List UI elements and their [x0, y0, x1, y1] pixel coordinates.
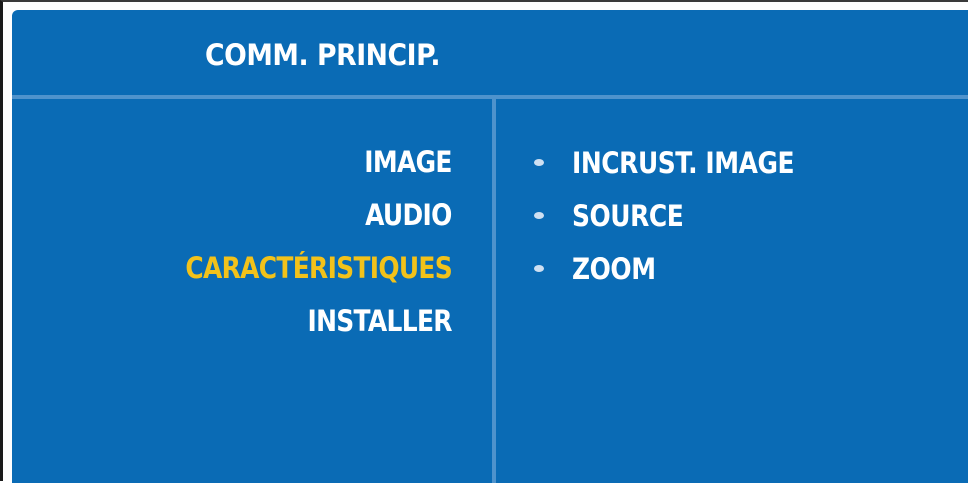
- bullet-icon: [534, 265, 544, 272]
- bullet-icon: [534, 159, 544, 166]
- menu-item-label: INSTALLER: [307, 304, 453, 338]
- menu-item-label: CARACTÉRISTIQUES: [185, 251, 452, 285]
- submenu-list: INCRUST. IMAGE SOURCE ZOOM: [534, 136, 954, 295]
- submenu-item-label: SOURCE: [572, 198, 684, 233]
- osd-menu-panel: COMM. PRINCIP. IMAGE AUDIO CARACTÉRISTIQ…: [12, 10, 968, 483]
- menu-item-audio[interactable]: AUDIO: [12, 189, 452, 242]
- bullet-icon: [534, 212, 544, 219]
- menu-item-label: AUDIO: [365, 198, 452, 232]
- submenu-item-zoom[interactable]: ZOOM: [534, 242, 954, 295]
- submenu-item-label: INCRUST. IMAGE: [572, 145, 795, 180]
- menu-title: COMM. PRINCIP.: [205, 38, 441, 72]
- screen-frame: COMM. PRINCIP. IMAGE AUDIO CARACTÉRISTIQ…: [0, 0, 968, 483]
- main-menu-list: IMAGE AUDIO CARACTÉRISTIQUES INSTALLER: [12, 136, 452, 348]
- menu-item-image[interactable]: IMAGE: [12, 136, 453, 189]
- header-divider: [12, 95, 968, 99]
- menu-item-caracteristiques[interactable]: CARACTÉRISTIQUES: [12, 242, 452, 295]
- submenu-item-incrust-image[interactable]: INCRUST. IMAGE: [534, 136, 954, 189]
- menu-item-label: IMAGE: [364, 145, 453, 179]
- menu-item-installer[interactable]: INSTALLER: [12, 295, 453, 348]
- menu-header: COMM. PRINCIP.: [12, 10, 968, 95]
- column-divider: [492, 99, 496, 483]
- submenu-item-label: ZOOM: [572, 251, 656, 286]
- submenu-item-source[interactable]: SOURCE: [534, 189, 954, 242]
